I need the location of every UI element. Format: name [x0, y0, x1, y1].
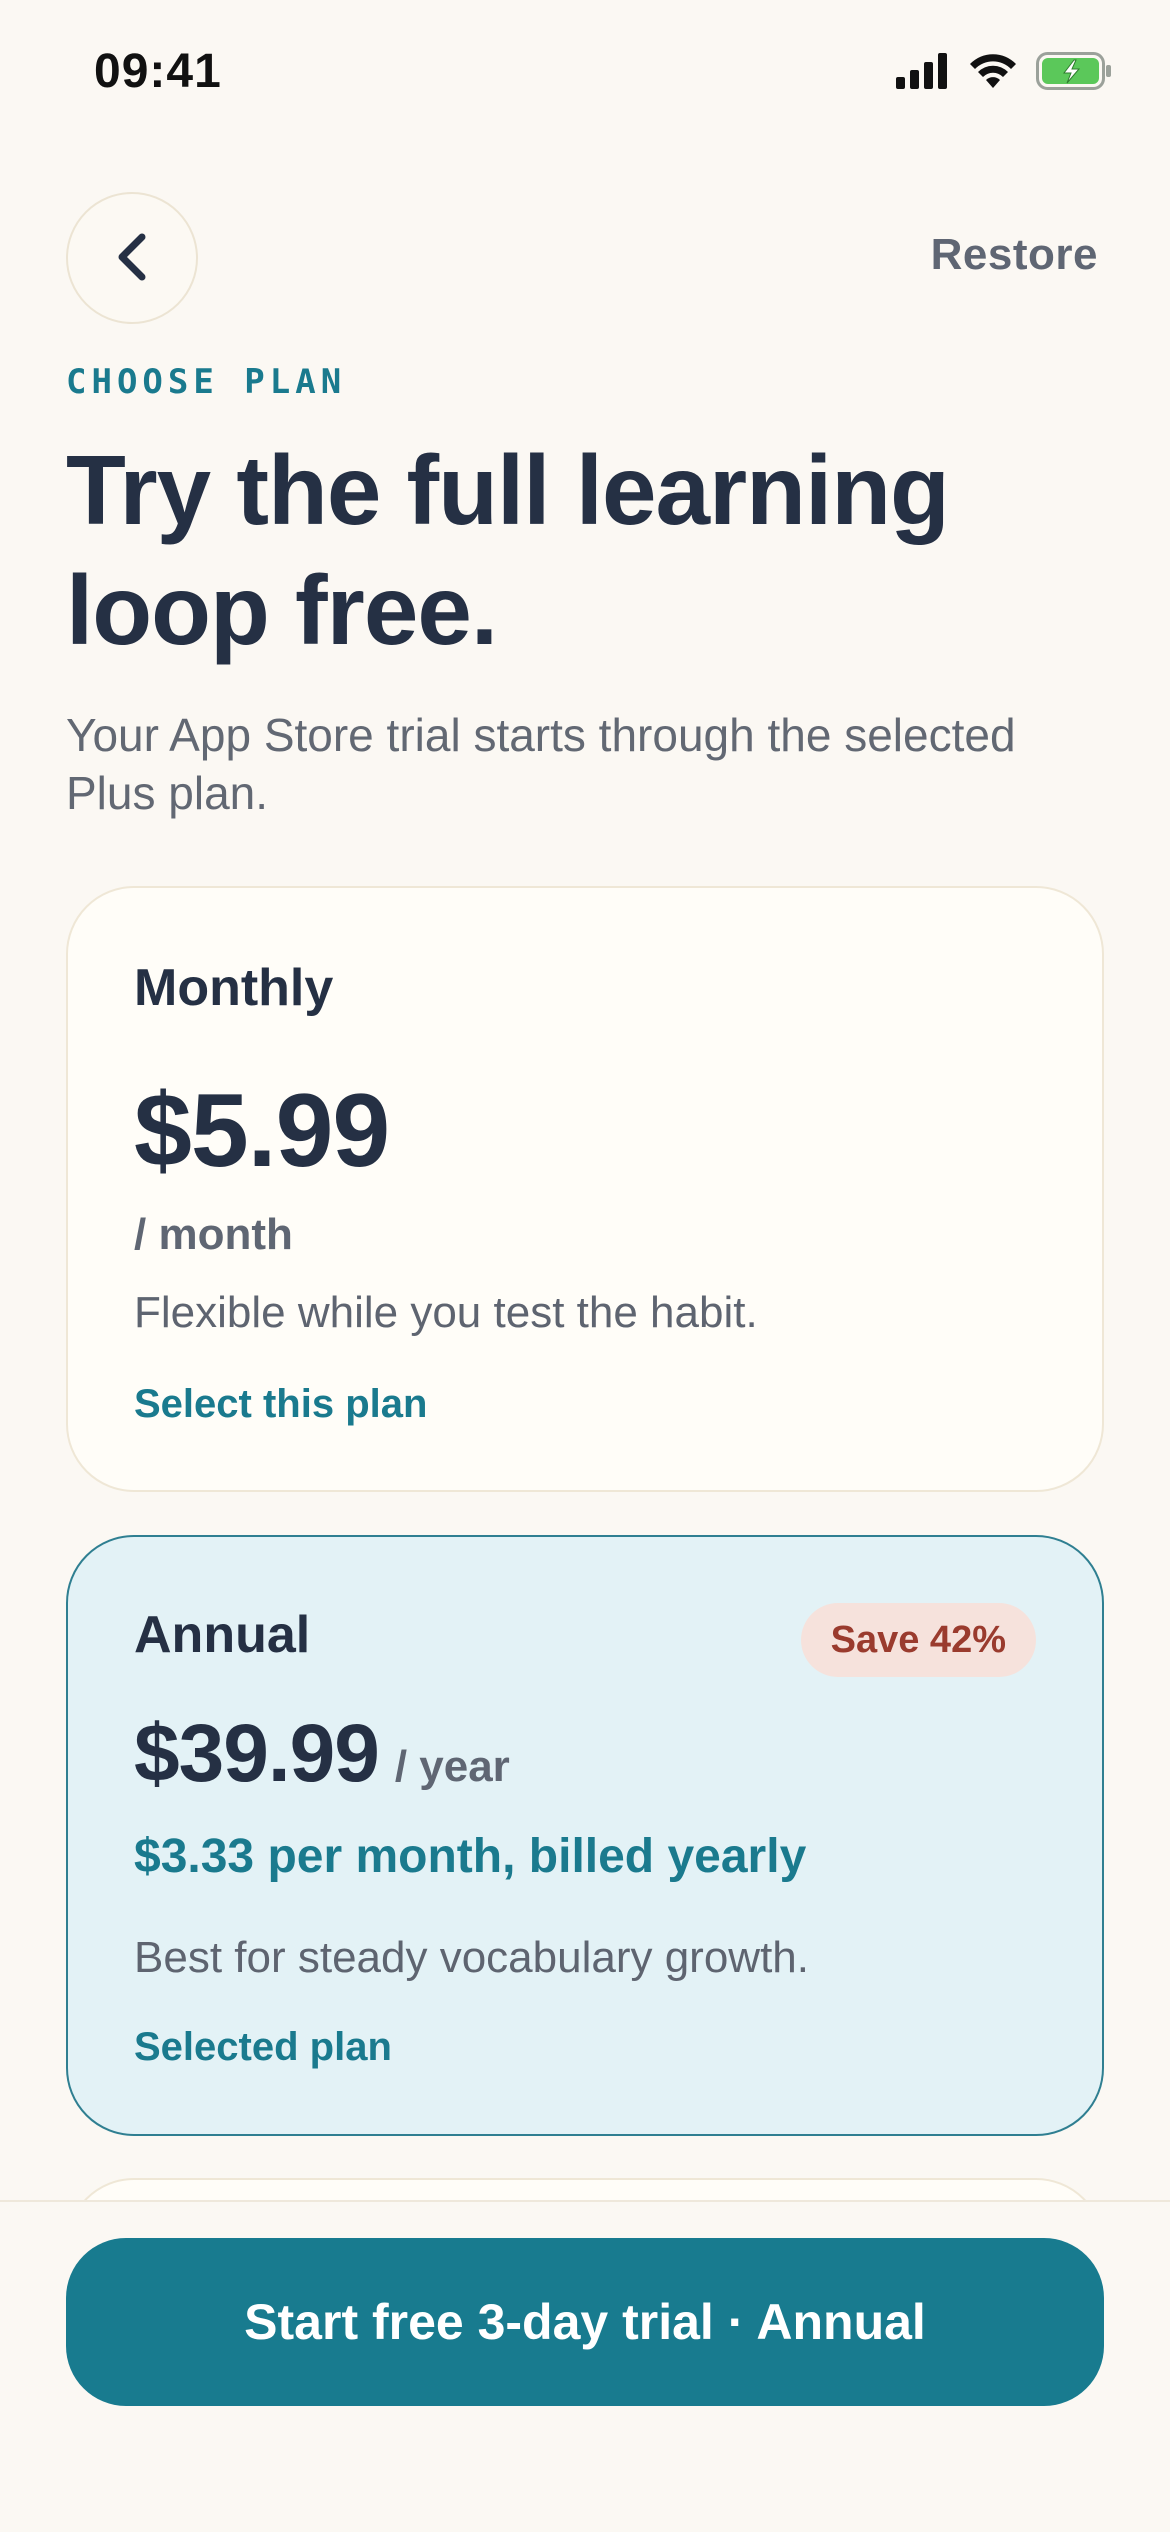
status-icons — [896, 52, 1112, 90]
bottom-bar: Start free 3-day trial · Annual — [0, 2200, 1170, 2532]
selected-plan-label: Selected plan — [134, 2025, 392, 2069]
plan-card-annual[interactable]: Annual Save 42% $39.99 / year $3.33 per … — [66, 1535, 1104, 2136]
wifi-icon — [968, 52, 1018, 90]
save-badge: Save 42% — [800, 1603, 1036, 1677]
chevron-left-icon — [112, 231, 152, 286]
plan-period: / month — [134, 1210, 293, 1259]
plan-price: $5.99 — [134, 1073, 390, 1189]
plan-price: $39.99 — [134, 1708, 380, 1799]
plan-description: Flexible while you test the habit. — [134, 1288, 758, 1337]
select-plan-link[interactable]: Select this plan — [134, 1382, 427, 1427]
back-button[interactable] — [66, 192, 198, 324]
page-subtitle: Your App Store trial starts through the … — [66, 709, 1016, 819]
cellular-signal-icon — [896, 53, 950, 89]
plan-name: Annual — [134, 1606, 311, 1664]
battery-charging-icon — [1036, 52, 1112, 90]
price-row: $39.99 / year — [134, 1707, 510, 1801]
eyebrow-label: CHOOSE PLAN — [66, 362, 347, 402]
plan-description: Best for steady vocabulary growth. — [134, 1933, 809, 1982]
start-trial-button[interactable]: Start free 3-day trial · Annual — [66, 2238, 1104, 2406]
per-month-price: $3.33 per month, billed yearly — [134, 1830, 807, 1883]
page-title: Try the full learning loop free. — [66, 435, 950, 665]
status-bar: 09:41 — [0, 0, 1170, 150]
restore-button[interactable]: Restore — [931, 230, 1098, 280]
plan-name: Monthly — [134, 959, 334, 1017]
plan-period: / year — [394, 1742, 510, 1791]
plan-card-monthly[interactable]: Monthly $5.99 / month Flexible while you… — [66, 886, 1104, 1492]
status-time: 09:41 — [94, 45, 222, 98]
